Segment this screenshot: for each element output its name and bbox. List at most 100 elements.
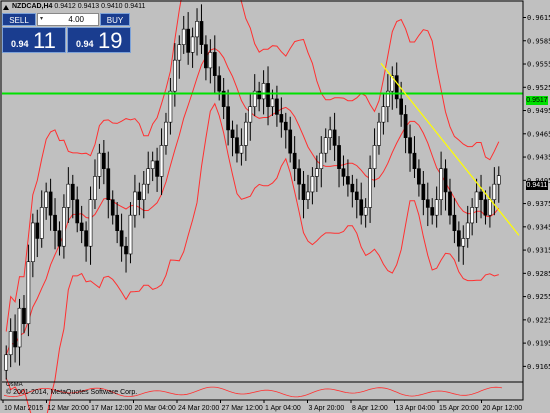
candle-body — [434, 199, 439, 216]
candle-body — [346, 176, 350, 185]
sell-button[interactable]: SELL — [2, 13, 36, 26]
lot-stepper-icon[interactable]: ▾ — [40, 14, 43, 25]
candle-body — [456, 230, 461, 247]
candle-body — [430, 207, 435, 216]
lot-size-input[interactable]: ▾ 4.00 — [37, 13, 99, 26]
time-axis-label: 20 Apr 12:00 — [483, 405, 523, 412]
candle-body — [70, 183, 75, 200]
candle-body — [88, 199, 93, 247]
candle-body — [226, 106, 230, 131]
candle-body — [461, 238, 466, 247]
candle-body — [79, 222, 84, 232]
candle-body — [230, 129, 235, 138]
candle-body — [204, 44, 208, 69]
candle-body — [66, 183, 71, 208]
candle-body — [84, 230, 88, 247]
candle-body — [257, 90, 262, 100]
time-axis-label: 8 Apr 12:00 — [352, 405, 388, 412]
time-axis-label: 1 Apr 04:00 — [265, 405, 301, 412]
candle-body — [17, 307, 22, 348]
current-price-tag: 0.9411 — [526, 181, 548, 190]
candle-body — [150, 160, 155, 169]
copyright-text: © 2001-2014, MetaQuotes Software Corp. — [6, 389, 138, 396]
candle-body — [492, 183, 497, 200]
bid-prefix: 0.94 — [11, 39, 29, 49]
time-axis-label: 17 Mar 12:00 — [91, 405, 132, 412]
ohlc-values: 0.9412 0.9413 0.9410 0.9411 — [54, 3, 146, 10]
candle-body — [159, 145, 164, 177]
candle-body — [93, 176, 97, 200]
time-axis-label: 24 Mar 20:00 — [178, 405, 219, 412]
symbol-menu-icon[interactable] — [3, 5, 9, 10]
time-axis-label: 3 Apr 20:00 — [309, 405, 345, 412]
candle-body — [106, 168, 111, 200]
indicator-label: OsMA — [6, 382, 23, 388]
candle-body — [164, 121, 168, 146]
candle-body — [332, 129, 337, 146]
candle-body — [337, 145, 341, 169]
candle-body — [212, 52, 217, 76]
candle-body — [328, 129, 333, 138]
price-axis-label: 0.9345 — [527, 223, 550, 231]
candle-body — [97, 152, 102, 177]
candle-body — [408, 137, 412, 154]
symbol-label: NZDCAD,H4 — [12, 3, 53, 10]
candle-body — [314, 168, 319, 177]
candle-body — [26, 261, 31, 325]
candle-body — [101, 152, 106, 169]
candle-body — [208, 52, 213, 69]
chart-frame — [0, 0, 524, 401]
chart-window[interactable]: { "title": { "symbol": "NZDCAD,H4", "ohl… — [0, 0, 550, 413]
candle-body — [133, 191, 137, 216]
candle-body — [319, 152, 324, 169]
chart-title: NZDCAD,H4 0.9412 0.9413 0.9410 0.9411 — [12, 3, 145, 10]
candle-body — [377, 121, 381, 146]
candle-body — [128, 214, 133, 255]
candle-body — [452, 214, 457, 232]
candle-body — [421, 183, 426, 200]
candle-body — [186, 28, 191, 53]
candle-body — [354, 191, 359, 200]
candle-body — [483, 199, 488, 216]
price-axis-label: 0.9615 — [527, 14, 550, 22]
ask-prefix: 0.94 — [76, 39, 94, 49]
candle-body — [239, 145, 244, 154]
candle-body — [44, 191, 49, 208]
candle-body — [297, 168, 301, 185]
candle-body — [217, 75, 222, 92]
candle-body — [195, 21, 199, 38]
candle-body — [4, 354, 9, 371]
time-axis-label: 20 Mar 04:00 — [135, 405, 176, 412]
candle-body — [403, 114, 408, 138]
candle-body — [146, 168, 151, 185]
candle-body — [13, 331, 17, 348]
bid-pips: 11 — [33, 28, 56, 53]
price-axis-label: 0.9585 — [527, 37, 550, 45]
candle-body — [137, 191, 142, 200]
candle-body — [141, 183, 146, 200]
candle-body — [301, 183, 306, 200]
candle-body — [279, 114, 284, 123]
lower-band — [5, 102, 499, 413]
candle-body — [275, 98, 279, 115]
candle-body — [474, 191, 479, 208]
candle-body — [288, 129, 293, 154]
candle-body — [465, 222, 470, 239]
candle-body — [119, 230, 124, 247]
candle-body — [417, 168, 421, 185]
candle-body — [243, 121, 248, 146]
candle-body — [470, 207, 475, 224]
bid-price-box[interactable]: 0.94 11 — [2, 27, 66, 53]
candle-body — [8, 331, 13, 356]
price-axis-label: 0.9375 — [527, 200, 550, 208]
price-axis-label: 0.9195 — [527, 340, 550, 348]
candle-body — [155, 160, 159, 177]
price-chart[interactable]: 0.9615 0.9585 0.9555 0.9525 0.9495 0.9465 0.94… — [0, 0, 550, 413]
ask-pips: 19 — [98, 28, 123, 53]
candle-body — [48, 191, 53, 216]
ask-price-box[interactable]: 0.94 19 — [67, 27, 131, 53]
time-axis-label: 13 Apr 04:00 — [396, 405, 436, 412]
candle-body — [261, 83, 266, 100]
buy-button[interactable]: BUY — [100, 13, 130, 26]
candle-body — [177, 44, 182, 61]
